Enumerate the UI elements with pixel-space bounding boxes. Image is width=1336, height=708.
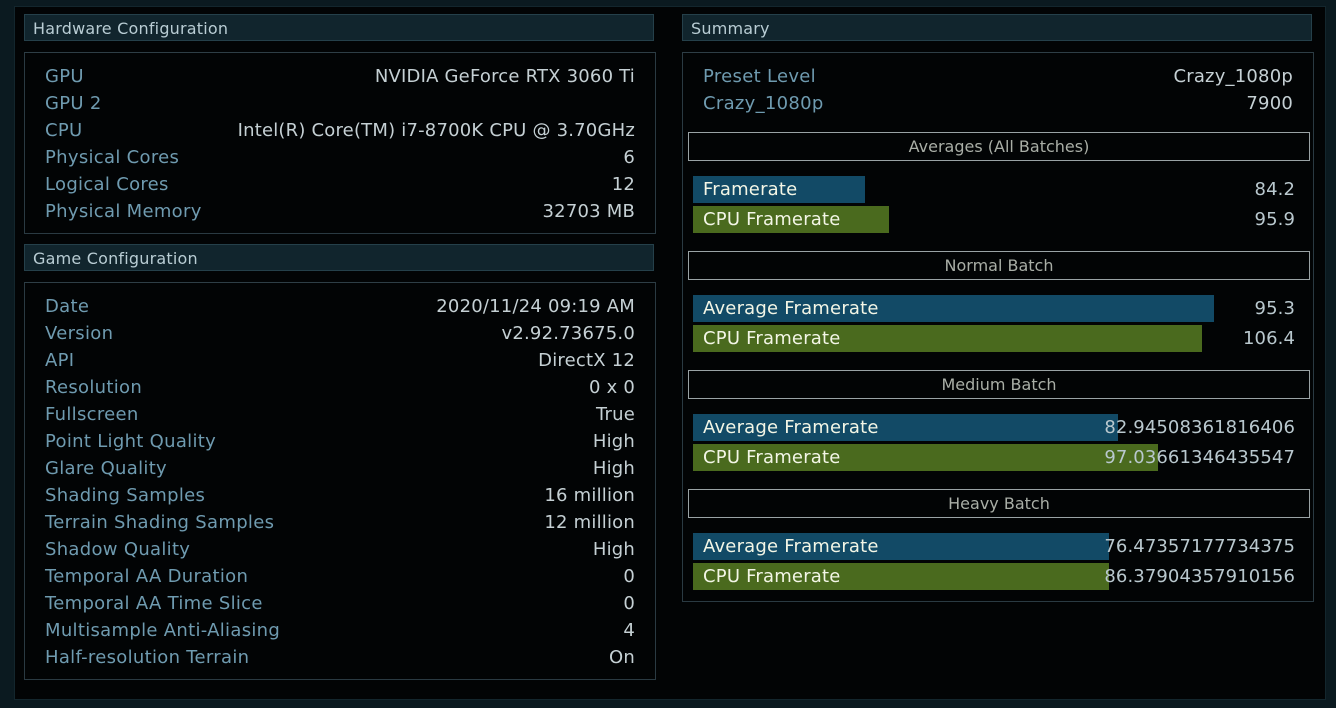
game-row-value: 12 million: [544, 512, 635, 533]
summary-row-label: Preset Level: [703, 66, 816, 87]
hardware-row-label: GPU 2: [45, 93, 102, 114]
game-row-label: Shading Samples: [45, 485, 206, 506]
summary-panel: Preset Level Crazy_1080p Crazy_1080p 7900 Av…: [682, 52, 1314, 602]
hardware-row: Physical Memory 32703 MB: [45, 198, 635, 225]
average-framerate-bar: 76.47357177734375 Average Framerate: [693, 533, 1295, 560]
bar-label: CPU Framerate: [703, 328, 841, 349]
game-row-label: Fullscreen: [45, 404, 139, 425]
game-row-value: True: [595, 404, 635, 425]
game-row-value: High: [592, 458, 635, 479]
game-row: Point Light Quality High: [45, 428, 635, 455]
game-row: Glare Quality High: [45, 455, 635, 482]
game-row-label: Date: [45, 296, 90, 317]
cpu-framerate-bar: 86.37904357910156 CPU Framerate: [693, 563, 1295, 590]
hardware-row-label: Physical Memory: [45, 201, 202, 222]
game-row-value: 0 x 0: [589, 377, 635, 398]
bar-value: 95.9: [1254, 209, 1295, 230]
hardware-row: CPU Intel(R) Core(TM) i7-8700K CPU @ 3.70…: [45, 117, 635, 144]
average-framerate-bar: 82.94508361816406 Average Framerate: [693, 414, 1295, 441]
game-row: Date 2020/11/24 09:19 AM: [45, 293, 635, 320]
game-row-label: Temporal AA Duration: [45, 566, 249, 587]
game-row-label: Terrain Shading Samples: [45, 512, 275, 533]
hardware-config-panel: GPU NVIDIA GeForce RTX 3060 Ti GPU 2 CPU Int…: [24, 52, 656, 234]
game-row-label: Version: [45, 323, 114, 344]
summary-row-value: 7900: [1246, 93, 1293, 114]
game-row: Temporal AA Duration 0: [45, 563, 635, 590]
bar-value: 106.4: [1242, 328, 1295, 349]
bar-label: CPU Framerate: [703, 447, 841, 468]
bar-label: CPU Framerate: [703, 566, 841, 587]
hardware-row-value: NVIDIA GeForce RTX 3060 Ti: [374, 66, 635, 87]
game-row-value: High: [592, 539, 635, 560]
game-row-label: Half-resolution Terrain: [45, 647, 250, 668]
game-row: Multisample Anti-Aliasing 4: [45, 617, 635, 644]
hardware-row: Logical Cores 12: [45, 171, 635, 198]
game-row-label: Glare Quality: [45, 458, 167, 479]
bar-value: 84.2: [1254, 179, 1295, 200]
summary-row-label: Crazy_1080p: [703, 93, 824, 114]
batch-title: Medium Batch: [688, 370, 1310, 399]
game-row-value: 0: [623, 566, 635, 587]
summary-row: Preset Level Crazy_1080p: [703, 63, 1293, 90]
batch-title: Heavy Batch: [688, 489, 1310, 518]
average-framerate-bar: 84.2 Framerate: [693, 176, 1295, 203]
hardware-row-value: Intel(R) Core(TM) i7-8700K CPU @ 3.70GHz: [237, 120, 635, 141]
game-config-header: Game Configuration: [24, 244, 654, 271]
game-row-value: 4: [623, 620, 635, 641]
bar-label: Average Framerate: [703, 298, 879, 319]
game-row: Resolution 0 x 0: [45, 374, 635, 401]
summary-header: Summary: [682, 14, 1312, 41]
game-row-value: DirectX 12: [538, 350, 635, 371]
game-row: Fullscreen True: [45, 401, 635, 428]
game-row-value: v2.92.73675.0: [501, 323, 635, 344]
game-row-label: Multisample Anti-Aliasing: [45, 620, 281, 641]
summary-row-value: Crazy_1080p: [1173, 66, 1293, 87]
game-row-label: API: [45, 350, 75, 371]
game-row-value: 2020/11/24 09:19 AM: [436, 296, 635, 317]
cpu-framerate-bar: 95.9 CPU Framerate: [693, 206, 1295, 233]
game-row-value: 16 million: [544, 485, 635, 506]
hardware-row-label: CPU: [45, 120, 83, 141]
hardware-row-value: 6: [623, 147, 635, 168]
hardware-row: Physical Cores 6: [45, 144, 635, 171]
hardware-row: GPU 2: [45, 90, 635, 117]
game-row-label: Temporal AA Time Slice: [45, 593, 263, 614]
bar-value: 82.94508361816406: [1104, 417, 1295, 438]
cpu-framerate-bar: 97.03661346435547 CPU Framerate: [693, 444, 1295, 471]
batch-title: Averages (All Batches): [688, 132, 1310, 161]
hardware-row-value: 12: [611, 174, 635, 195]
game-row: Shading Samples 16 million: [45, 482, 635, 509]
bar-value: 86.37904357910156: [1104, 566, 1295, 587]
hardware-row: GPU NVIDIA GeForce RTX 3060 Ti: [45, 63, 635, 90]
game-row: Temporal AA Time Slice 0: [45, 590, 635, 617]
hardware-row-label: Logical Cores: [45, 174, 169, 195]
bar-label: CPU Framerate: [703, 209, 841, 230]
hardware-row-value: 32703 MB: [542, 201, 635, 222]
hardware-config-header: Hardware Configuration: [24, 14, 654, 41]
bar-label: Framerate: [703, 179, 798, 200]
average-framerate-bar: 95.3 Average Framerate: [693, 295, 1295, 322]
summary-row: Crazy_1080p 7900: [703, 90, 1293, 117]
bar-label: Average Framerate: [703, 536, 879, 557]
hardware-row-label: Physical Cores: [45, 147, 180, 168]
game-row: Half-resolution Terrain On: [45, 644, 635, 671]
hardware-row-label: GPU: [45, 66, 84, 87]
game-row-value: 0: [623, 593, 635, 614]
bar-value: 76.47357177734375: [1104, 536, 1295, 557]
game-row-label: Point Light Quality: [45, 431, 217, 452]
game-row: Shadow Quality High: [45, 536, 635, 563]
game-row: Version v2.92.73675.0: [45, 320, 635, 347]
cpu-framerate-bar: 106.4 CPU Framerate: [693, 325, 1295, 352]
game-row-value: On: [609, 647, 635, 668]
bar-value: 97.03661346435547: [1104, 447, 1295, 468]
bar-label: Average Framerate: [703, 417, 879, 438]
game-row: Terrain Shading Samples 12 million: [45, 509, 635, 536]
game-row-label: Shadow Quality: [45, 539, 191, 560]
game-row: API DirectX 12: [45, 347, 635, 374]
game-row-value: High: [592, 431, 635, 452]
game-row-label: Resolution: [45, 377, 143, 398]
game-config-panel: Date 2020/11/24 09:19 AM Version v2.92.7367…: [24, 282, 656, 680]
bar-value: 95.3: [1254, 298, 1295, 319]
batch-title: Normal Batch: [688, 251, 1310, 280]
